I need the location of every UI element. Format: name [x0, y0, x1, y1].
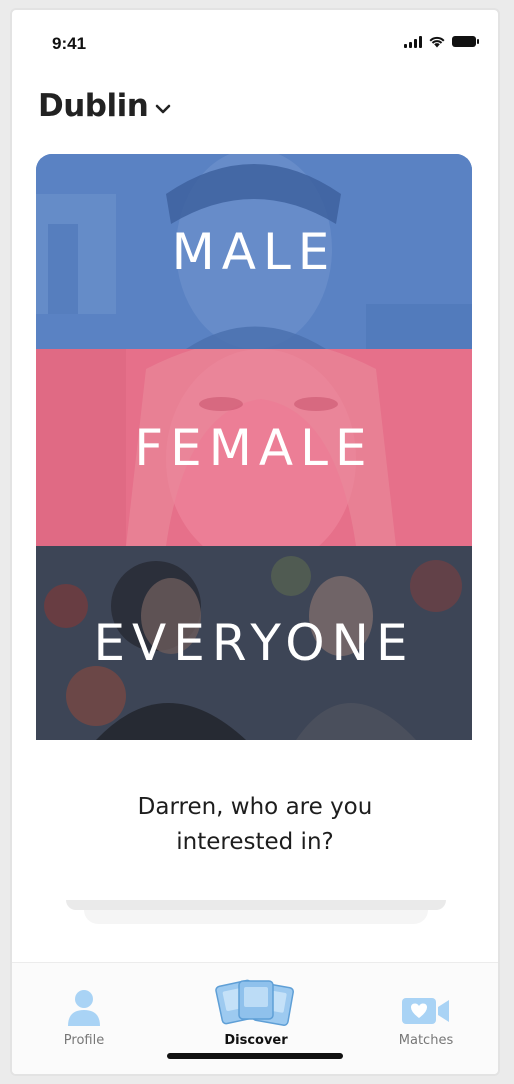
- person-icon: [68, 990, 100, 1026]
- location-selector[interactable]: Dublin: [38, 88, 172, 124]
- tab-matches-label: Matches: [398, 1033, 454, 1048]
- tab-discover[interactable]: Discover: [196, 971, 316, 1048]
- cellular-signal-icon: [404, 35, 422, 48]
- location-name: Dublin: [38, 88, 149, 124]
- choice-everyone-label: EVERYONE: [93, 614, 415, 672]
- status-icons: [404, 35, 479, 48]
- phone-screen: 9:41 Dublin MALE FEMALE EVERYONE Darren,…: [10, 8, 500, 1076]
- choice-male-label: MALE: [171, 222, 337, 281]
- choice-male[interactable]: MALE: [36, 154, 472, 349]
- video-heart-icon: [402, 998, 449, 1024]
- tab-profile[interactable]: Profile: [24, 977, 144, 1048]
- chevron-down-icon: [156, 104, 171, 114]
- choice-everyone[interactable]: EVERYONE: [36, 546, 472, 740]
- status-time: 9:41: [52, 34, 87, 53]
- status-bar: 9:41: [12, 10, 498, 70]
- question-line-2: interested in?: [176, 829, 334, 855]
- tab-discover-label: Discover: [224, 1033, 288, 1048]
- tab-matches[interactable]: Matches: [366, 977, 486, 1048]
- interest-choices: MALE FEMALE EVERYONE: [36, 154, 472, 740]
- home-indicator: [167, 1053, 343, 1059]
- tab-profile-label: Profile: [63, 1033, 105, 1048]
- choice-female[interactable]: FEMALE: [36, 349, 472, 546]
- interest-question: Darren, who are you interested in?: [12, 790, 498, 860]
- question-line-1: Darren, who are you: [137, 794, 373, 820]
- wifi-icon: [429, 36, 445, 48]
- battery-icon: [452, 36, 479, 47]
- card-stack-shadow: [66, 900, 446, 924]
- cards-icon: [215, 979, 294, 1026]
- choice-female-label: FEMALE: [134, 418, 374, 477]
